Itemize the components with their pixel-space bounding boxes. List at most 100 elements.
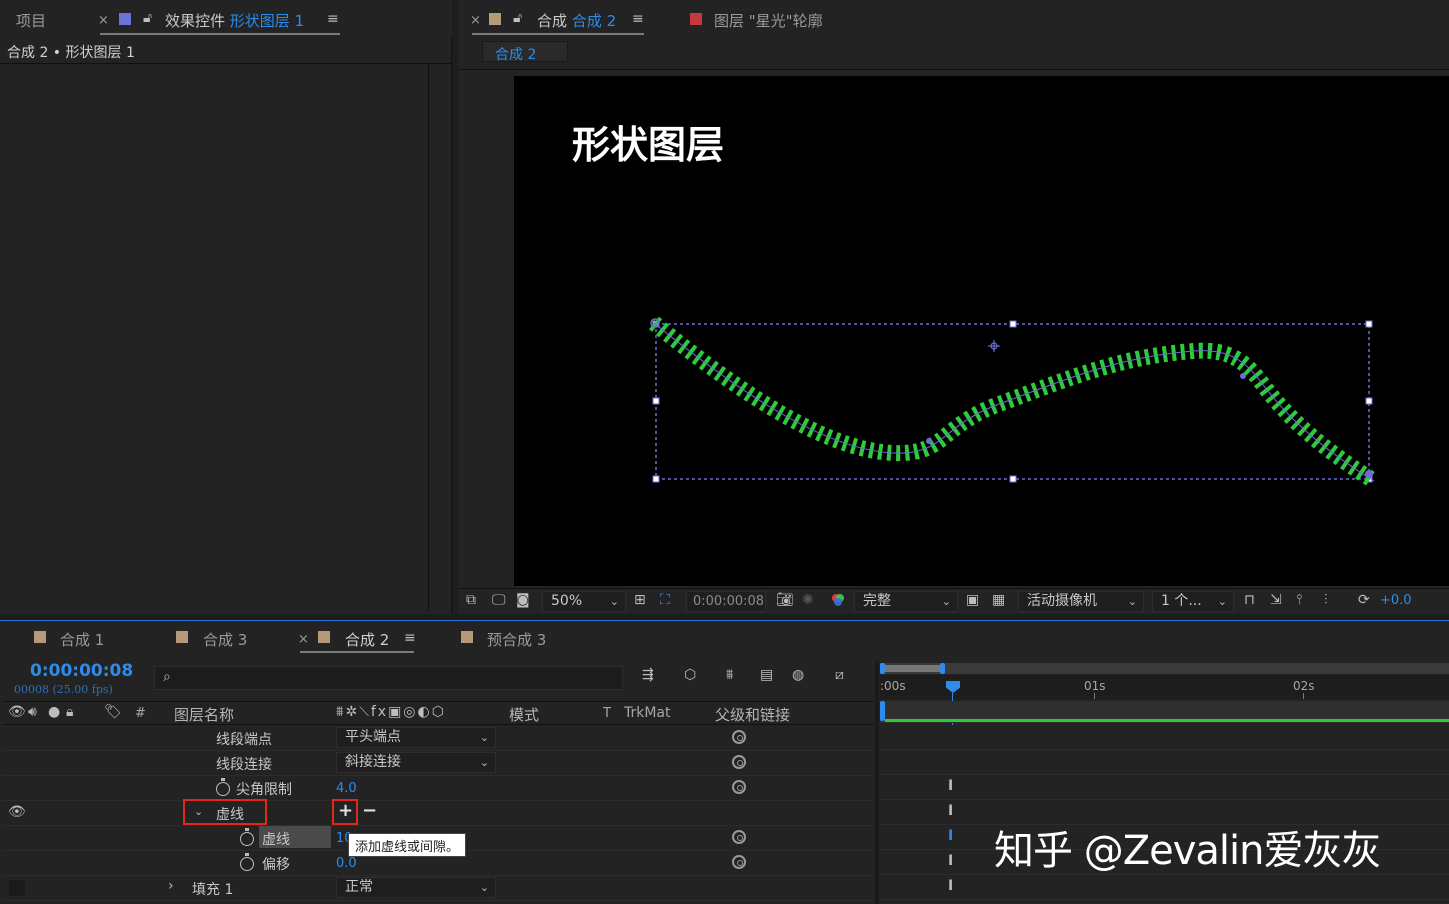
pickwhip-icon[interactable] xyxy=(732,830,746,844)
current-time-display[interactable]: 0:00:00:08 xyxy=(30,661,133,681)
audio-speaker-icon[interactable]: 🔊︎ xyxy=(28,704,37,720)
property-row-dashes[interactable]: 👁︎ ⌄ 虚线 + − xyxy=(2,799,874,826)
channel-rgb-icon[interactable] xyxy=(830,592,846,612)
pickwhip-icon[interactable] xyxy=(732,780,746,794)
timeline-tab-comp2[interactable]: 合成 2 xyxy=(345,629,389,650)
pickwhip-icon[interactable] xyxy=(732,755,746,769)
layer-search-input[interactable]: ⌕ xyxy=(154,666,623,690)
always-preview-icon[interactable]: ⧉ xyxy=(466,592,476,608)
exposure-icon[interactable]: ⟳ xyxy=(1358,592,1370,608)
col-layer-name[interactable]: 图层名称 xyxy=(174,704,234,725)
timeline-tab-comp1[interactable]: 合成 1 xyxy=(60,629,104,650)
snapshot-camera-icon[interactable]: 📷︎ xyxy=(776,592,794,608)
zoom-dropdown[interactable]: 50% ⌄ xyxy=(542,591,626,612)
video-eye-icon[interactable]: 👁︎ xyxy=(8,804,26,820)
shy-layers-icon[interactable]: ⩩ xyxy=(726,667,733,683)
fill-blend-dropdown[interactable]: 正常 ⌄ xyxy=(336,877,496,898)
miter-limit-value[interactable]: 4.0 xyxy=(336,781,357,796)
stopwatch-icon[interactable] xyxy=(240,828,254,846)
col-hash: # xyxy=(135,706,146,721)
views-dropdown[interactable]: 1 个... ⌄ xyxy=(1152,591,1234,612)
lock-icon[interactable]: 🔒︎ xyxy=(66,704,73,720)
time-marker-icon: I xyxy=(948,853,954,869)
reset-exposure-icon[interactable]: ⇲ xyxy=(1270,592,1282,608)
col-t: T xyxy=(603,706,611,721)
timeline-divider[interactable] xyxy=(875,661,879,904)
comp-canvas[interactable]: 形状图层 xyxy=(514,76,1449,586)
lock-icon[interactable]: 🔓︎ xyxy=(143,10,152,26)
resolution-dropdown[interactable]: 完整 ⌄ xyxy=(854,591,958,612)
tab-composition-prefix: 合成 xyxy=(537,12,568,30)
timecode-field[interactable]: 0:00:00:08 xyxy=(686,591,766,612)
timeline-tab-precomp3[interactable]: 预合成 3 xyxy=(487,629,546,650)
property-row-miter-limit[interactable]: 尖角限制 4.0 xyxy=(2,776,874,801)
motion-blur-icon[interactable]: ◍ xyxy=(792,667,804,683)
panel-menu-icon[interactable]: ≡ xyxy=(632,11,644,27)
watermark-text: 知乎 @Zevalin爱灰灰 xyxy=(994,828,1381,874)
offset-value[interactable]: 0.0 xyxy=(336,856,357,871)
fill-blend-value: 正常 xyxy=(345,879,373,895)
toggle-pixel-aspect-icon[interactable]: ⊓ xyxy=(1244,592,1255,608)
remove-dash-button[interactable]: − xyxy=(362,800,377,821)
comp1-color-swatch xyxy=(34,631,46,643)
tab-layer[interactable]: 图层 "星光"轮廓 xyxy=(714,10,823,31)
work-area-range[interactable] xyxy=(882,665,942,672)
work-area-start-handle[interactable] xyxy=(880,663,885,674)
lock-icon[interactable]: 🔓︎ xyxy=(513,10,522,26)
line-join-dropdown[interactable]: 斜接连接 ⌄ xyxy=(336,752,496,773)
shape-layer-path[interactable] xyxy=(514,76,1449,586)
stopwatch-icon[interactable] xyxy=(216,778,230,796)
monitor-icon[interactable]: 🖵︎ xyxy=(492,592,506,608)
comp-subtab[interactable]: 合成 2 xyxy=(482,41,568,63)
line-cap-label: 线段端点 xyxy=(216,732,272,748)
safe-zones-icon[interactable]: ⊞ xyxy=(634,592,646,608)
close-icon[interactable]: × xyxy=(470,13,481,28)
panel-menu-icon[interactable]: ≡ xyxy=(327,11,339,27)
chevron-down-icon: ⌄ xyxy=(941,595,951,608)
timeline-tab-comp3[interactable]: 合成 3 xyxy=(203,629,247,650)
camera-dropdown[interactable]: 活动摄像机 ⌄ xyxy=(1018,591,1144,612)
work-area-bar[interactable] xyxy=(880,663,1449,674)
flowchart-icon[interactable]: ⫯ xyxy=(1296,592,1302,608)
ruler-label-0s: :00s xyxy=(880,679,906,693)
layer-label-swatch[interactable] xyxy=(9,880,25,896)
layer-duration-bar[interactable] xyxy=(885,719,1449,722)
track-area[interactable] xyxy=(880,725,1449,904)
graph-editor-icon[interactable]: ⧄ xyxy=(835,667,844,683)
chevron-down-icon: ⌄ xyxy=(1127,595,1137,608)
mask-icon[interactable]: ◙ xyxy=(516,592,530,608)
comp-mini-flowchart-icon[interactable]: ⇶ xyxy=(642,667,654,683)
close-icon[interactable]: × xyxy=(298,632,309,647)
pickwhip-icon[interactable] xyxy=(732,730,746,744)
region-of-interest-icon[interactable]: ⛶ xyxy=(660,592,670,608)
tab-effect-controls[interactable]: 效果控件 形状图层 1 xyxy=(165,10,304,31)
work-area-end-handle[interactable] xyxy=(940,663,945,674)
pickwhip-icon[interactable] xyxy=(732,855,746,869)
close-icon[interactable]: × xyxy=(98,13,109,28)
panel-menu-icon[interactable]: ≡ xyxy=(404,630,416,646)
property-row-line-cap[interactable]: 线段端点 平头端点 ⌄ xyxy=(2,726,874,751)
draft-3d-icon[interactable]: ⬡ xyxy=(684,667,696,683)
solo-dot-icon[interactable]: ● xyxy=(48,704,60,720)
fast-previews-icon[interactable]: ▣ xyxy=(966,592,979,608)
stopwatch-icon[interactable] xyxy=(240,853,254,871)
exposure-value[interactable]: +0.0 xyxy=(1380,593,1412,608)
tab-composition[interactable]: 合成 合成 2 xyxy=(537,10,616,31)
frame-blending-icon[interactable]: ▤ xyxy=(760,667,773,683)
bbox-handle xyxy=(1009,475,1017,483)
line-cap-dropdown[interactable]: 平头端点 ⌄ xyxy=(336,727,496,748)
fill-label: 填充 1 xyxy=(192,882,234,898)
time-ruler[interactable]: :00s 01s 02s xyxy=(880,675,1449,699)
label-tag-icon[interactable]: 🏷︎ xyxy=(104,704,122,720)
views-value: 1 个... xyxy=(1161,593,1202,609)
chevron-right-icon[interactable]: › xyxy=(168,878,174,894)
show-snapshot-icon[interactable]: ✺ xyxy=(802,592,814,608)
property-row-line-join[interactable]: 线段连接 斜接连接 ⌄ xyxy=(2,751,874,776)
tab-project[interactable]: 项目 xyxy=(16,10,46,31)
col-trkmat: TrkMat xyxy=(624,705,671,721)
effect-controls-scrollbar[interactable] xyxy=(428,64,429,612)
transparency-grid-icon[interactable]: ▦ xyxy=(992,592,1005,608)
property-row-fill[interactable]: › 填充 1 正常 ⌄ xyxy=(2,876,874,901)
comp-flowchart-icon[interactable]: ⫶ xyxy=(1324,592,1328,608)
video-eye-icon[interactable]: 👁︎ xyxy=(8,704,26,720)
